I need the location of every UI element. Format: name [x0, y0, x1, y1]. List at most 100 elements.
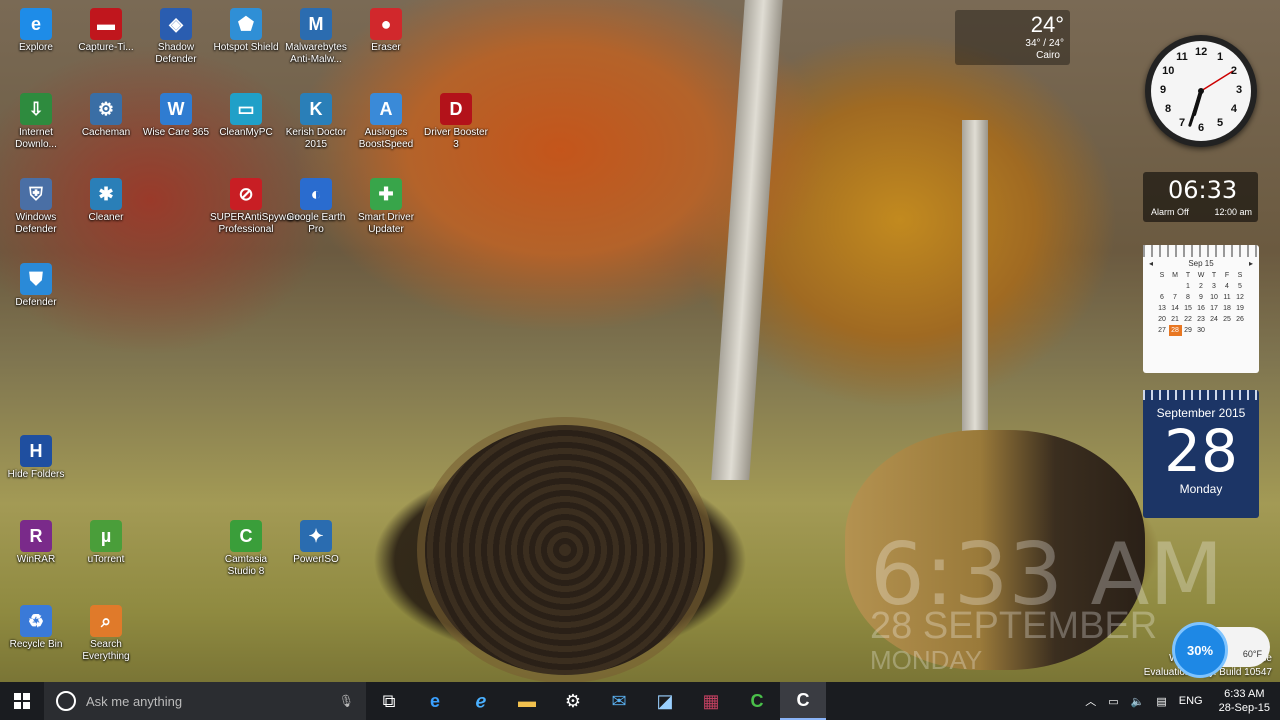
calendar-day[interactable]: 14: [1169, 303, 1182, 314]
desktop-icon[interactable]: K Kerish Doctor 2015: [280, 93, 352, 151]
desktop-icon[interactable]: ⌕ Search Everything: [70, 605, 142, 663]
desktop-icon-label: Search Everything: [82, 639, 130, 662]
memory-meter[interactable]: 30%: [1172, 622, 1228, 678]
desktop-icon-label: PowerISO: [293, 554, 339, 565]
taskbar-mail[interactable]: ✉: [596, 682, 642, 720]
desktop-icon[interactable]: ✦ PowerISO: [280, 520, 352, 566]
taskbar-media[interactable]: ▦: [688, 682, 734, 720]
calendar-day[interactable]: 10: [1208, 292, 1221, 303]
taskbar-store[interactable]: ◪: [642, 682, 688, 720]
taskbar-camtasia[interactable]: C: [734, 682, 780, 720]
desktop-icon[interactable]: e Explore: [0, 8, 72, 54]
app-icon: ⛊: [20, 263, 52, 295]
calendar-day[interactable]: 16: [1195, 303, 1208, 314]
weather-gadget[interactable]: 24° 34° / 24° Cairo: [955, 10, 1070, 65]
calendar-day[interactable]: 23: [1195, 314, 1208, 325]
analog-clock-gadget[interactable]: 1 2 3 4 5 6 7 8 9 10 11 12: [1145, 35, 1257, 147]
network-icon[interactable]: ▭: [1102, 695, 1124, 708]
taskbar-ie[interactable]: ℯ: [458, 682, 504, 720]
taskbar-file-explorer[interactable]: ▬: [504, 682, 550, 720]
calendar-day[interactable]: 27: [1156, 325, 1169, 336]
calendar-day[interactable]: 28: [1168, 325, 1182, 336]
app-icon: e: [20, 8, 52, 40]
date-card-gadget[interactable]: September 2015 28 Monday: [1143, 390, 1259, 518]
internet-explorer-icon: ℯ: [475, 690, 487, 711]
desktop-icon[interactable]: A Auslogics BoostSpeed: [350, 93, 422, 151]
desktop-icon[interactable]: D Driver Booster 3: [420, 93, 492, 151]
calendar-day[interactable]: 22: [1182, 314, 1195, 325]
desktop-icon[interactable]: ● Eraser: [350, 8, 422, 54]
desktop-icon[interactable]: C Camtasia Studio 8: [210, 520, 282, 578]
desktop-icon[interactable]: ⊘ SUPERAntiSpyware Professional: [210, 178, 301, 236]
desktop-icon[interactable]: ◐ Google Earth Pro: [280, 178, 352, 236]
calendar-day[interactable]: 6: [1156, 292, 1169, 303]
calendar-next-icon[interactable]: ▸: [1249, 259, 1253, 268]
desktop-icon[interactable]: ⚙ Cacheman: [70, 93, 142, 139]
calendar-day[interactable]: 18: [1221, 303, 1234, 314]
desktop-icon[interactable]: ⛊ Defender: [0, 263, 72, 309]
calendar-day[interactable]: 12: [1234, 292, 1247, 303]
desktop-icon-label: Google Earth Pro: [286, 212, 346, 235]
desktop-icon-label: Internet Downlo...: [15, 127, 57, 150]
calendar-day[interactable]: 4: [1221, 281, 1234, 292]
task-view-button[interactable]: ⧉: [366, 682, 412, 720]
calendar-day[interactable]: 30: [1195, 325, 1208, 336]
calendar-day[interactable]: 7: [1169, 292, 1182, 303]
digital-alarm-gadget[interactable]: 06:33 Alarm Off 12:00 am: [1143, 172, 1258, 222]
calendar-day[interactable]: 19: [1234, 303, 1247, 314]
calendar-gadget[interactable]: ◂ Sep 15 ▸ SMTWTFS 1 2 3 4 5 6 7 8 9 10 11 12 13 14 15…: [1143, 245, 1259, 373]
taskbar-clock[interactable]: 6:33 AM 28-Sep-15: [1209, 687, 1280, 715]
microphone-icon[interactable]: 🎙: [339, 694, 354, 708]
desktop-icon[interactable]: R WinRAR: [0, 520, 72, 566]
input-language[interactable]: ENG: [1173, 695, 1209, 707]
calendar-day[interactable]: 9: [1195, 292, 1208, 303]
edge-icon: e: [429, 690, 440, 711]
calendar-day[interactable]: 13: [1156, 303, 1169, 314]
action-center-icon[interactable]: ▤: [1150, 695, 1172, 708]
taskbar-recorder[interactable]: C: [780, 682, 826, 720]
desktop-icon[interactable]: µ uTorrent: [70, 520, 142, 566]
calendar-day[interactable]: 2: [1195, 281, 1208, 292]
desktop-icon[interactable]: ⇩ Internet Downlo...: [0, 93, 72, 151]
calendar-day: [1169, 281, 1182, 292]
taskbar-settings[interactable]: ⚙: [550, 682, 596, 720]
desktop-icon[interactable]: H Hide Folders: [0, 435, 72, 481]
calendar-day[interactable]: 3: [1208, 281, 1221, 292]
clock-number: 6: [1197, 122, 1205, 134]
desktop-icon[interactable]: ♻ Recycle Bin: [0, 605, 72, 651]
volume-icon[interactable]: 🔈: [1125, 695, 1151, 708]
meter-label: 60°F: [1242, 649, 1262, 659]
desktop-icon[interactable]: ▬ Capture-Ti...: [70, 8, 142, 54]
calendar-day[interactable]: 5: [1234, 281, 1247, 292]
calendar-day[interactable]: 11: [1221, 292, 1234, 303]
desktop-icon-label: WinRAR: [16, 554, 56, 565]
calendar-day[interactable]: 8: [1182, 292, 1195, 303]
tray-expand-icon[interactable]: ︿: [1079, 693, 1102, 709]
calendar-prev-icon[interactable]: ◂: [1149, 259, 1153, 268]
calendar-day[interactable]: 20: [1156, 314, 1169, 325]
calendar-day[interactable]: 17: [1208, 303, 1221, 314]
taskbar-edge[interactable]: e: [412, 682, 458, 720]
desktop-icon[interactable]: ⬟ Hotspot Shield: [210, 8, 282, 54]
app-icon: ♻: [20, 605, 52, 637]
desktop-icon[interactable]: ✱ Cleaner: [70, 178, 142, 224]
calendar-day[interactable]: 25: [1221, 314, 1234, 325]
desktop-icon[interactable]: ✚ Smart Driver Updater: [350, 178, 422, 236]
calendar-day[interactable]: 1: [1182, 281, 1195, 292]
cortana-search-box[interactable]: Ask me anything 🎙: [44, 682, 366, 720]
desktop-icon[interactable]: ▭ CleanMyPC: [210, 93, 282, 139]
calendar-day[interactable]: 24: [1208, 314, 1221, 325]
calendar-day[interactable]: 21: [1169, 314, 1182, 325]
desktop-icon[interactable]: M Malwarebytes Anti-Malw...: [280, 8, 352, 66]
calendar-month: Sep 15: [1188, 259, 1214, 268]
clock-number: 2: [1230, 65, 1237, 77]
desktop-icon[interactable]: ⛨ Windows Defender: [0, 178, 72, 236]
calendar-day[interactable]: 26: [1234, 314, 1247, 325]
desktop-icon[interactable]: ◈ Shadow Defender: [140, 8, 212, 66]
app-icon: ⛨: [20, 178, 52, 210]
calendar-day[interactable]: 29: [1182, 325, 1195, 336]
desktop-icon[interactable]: W Wise Care 365: [140, 93, 212, 139]
calendar-day: [1234, 325, 1247, 336]
start-button[interactable]: [0, 682, 44, 720]
calendar-day[interactable]: 15: [1182, 303, 1195, 314]
